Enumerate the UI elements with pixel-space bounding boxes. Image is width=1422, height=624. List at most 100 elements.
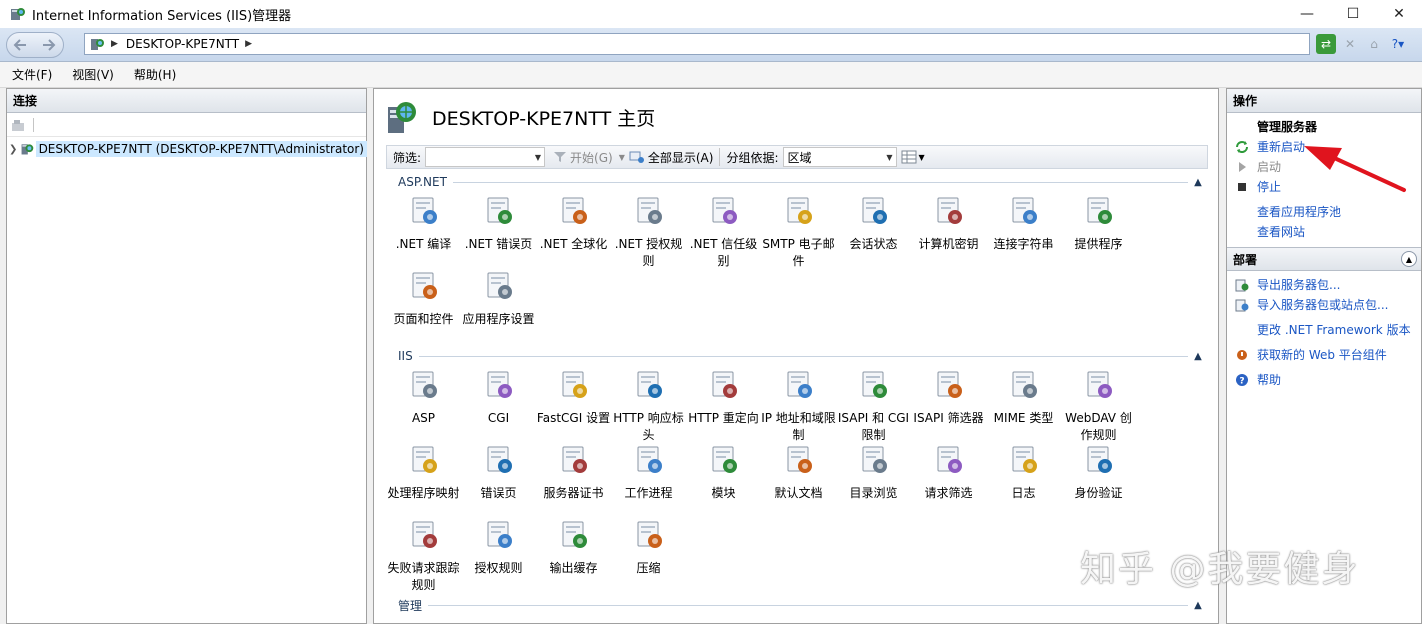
expand-chevron-icon[interactable]: ❯: [7, 144, 20, 155]
feature-item[interactable]: 计算机密钥: [911, 195, 986, 253]
feature-item[interactable]: 默认文档: [761, 444, 836, 502]
group-by-select[interactable]: 区域 ▼: [782, 147, 897, 167]
export-package-action[interactable]: 导出服务器包...: [1227, 275, 1421, 295]
menu-help[interactable]: 帮助(H): [134, 66, 176, 83]
feature-item[interactable]: WebDAV 创作规则: [1061, 369, 1136, 444]
feature-item[interactable]: 模块: [686, 444, 761, 502]
feature-item[interactable]: 压缩: [611, 519, 686, 577]
handler-mappings-icon: [412, 446, 437, 473]
feature-item[interactable]: .NET 信任级别: [686, 195, 761, 270]
group-header[interactable]: IIS ▲: [386, 347, 1208, 365]
feature-item[interactable]: ISAPI 和 CGI 限制: [836, 369, 911, 444]
feature-item[interactable]: 会话状态: [836, 195, 911, 253]
feature-item[interactable]: 身份验证: [1061, 444, 1136, 502]
title-bar: Internet Information Services (IIS)管理器 —…: [0, 0, 1422, 28]
feature-item[interactable]: 提供程序: [1061, 195, 1136, 253]
iis-app-icon: [11, 8, 25, 20]
breadcrumb-host[interactable]: DESKTOP-KPE7NTT: [126, 37, 239, 51]
help-action[interactable]: ? 帮助: [1227, 370, 1421, 390]
feature-item[interactable]: ASP: [386, 369, 461, 427]
feature-item[interactable]: .NET 错误页: [461, 195, 536, 253]
feature-item[interactable]: SMTP 电子邮件: [761, 195, 836, 270]
feature-label: 工作进程: [624, 486, 673, 500]
feature-item[interactable]: .NET 授权规则: [611, 195, 686, 270]
feature-item[interactable]: .NET 编译: [386, 195, 461, 253]
feature-item[interactable]: 应用程序设置: [461, 270, 536, 328]
feature-label: 目录浏览: [849, 486, 898, 500]
feature-item[interactable]: 日志: [986, 444, 1061, 502]
feature-item[interactable]: 错误页: [461, 444, 536, 502]
view-sites-link[interactable]: 查看网站: [1227, 222, 1421, 242]
back-button[interactable]: [7, 33, 33, 57]
collapse-icon[interactable]: ▲: [1401, 251, 1417, 267]
funnel-icon: [554, 152, 567, 162]
show-all-button[interactable]: 全部显示(A): [629, 149, 713, 166]
dropdown-arrow-icon[interactable]: ▼: [886, 153, 892, 162]
group-divider: [452, 181, 1188, 183]
export-package-label: 导出服务器包...: [1257, 278, 1341, 292]
start-filter-button[interactable]: 开始(G) ▼: [553, 149, 625, 166]
web-platform-action[interactable]: 获取新的 Web 平台组件: [1227, 345, 1421, 365]
change-framework-action[interactable]: 更改 .NET Framework 版本: [1227, 320, 1421, 340]
net-authorization-icon: [637, 197, 662, 224]
feature-item[interactable]: FastCGI 设置: [536, 369, 611, 427]
feature-item[interactable]: 页面和控件: [386, 270, 461, 328]
menu-view[interactable]: 视图(V): [72, 66, 114, 83]
maximize-button[interactable]: ☐: [1330, 0, 1376, 28]
address-field[interactable]: ▶ DESKTOP-KPE7NTT ▶: [84, 33, 1310, 55]
logging-icon: [1012, 446, 1037, 473]
feature-item[interactable]: 请求筛选: [911, 444, 986, 502]
feature-item[interactable]: 输出缓存: [536, 519, 611, 577]
feature-item[interactable]: 服务器证书: [536, 444, 611, 502]
feature-item[interactable]: 失败请求跟踪规则: [386, 519, 461, 594]
collapse-icon[interactable]: ▲: [1188, 351, 1208, 362]
feature-label: 日志: [1011, 486, 1036, 500]
worker-processes-icon: [637, 446, 662, 473]
tree-node-label[interactable]: DESKTOP-KPE7NTT (DESKTOP-KPE7NTT\Adminis…: [35, 141, 367, 157]
refresh-icon[interactable]: ⇄: [1316, 34, 1336, 54]
feature-item[interactable]: 处理程序映射: [386, 444, 461, 502]
feature-label: HTTP 响应标头: [613, 411, 684, 442]
help-dropdown-icon[interactable]: ?▾: [1388, 34, 1408, 54]
breadcrumb-arrow-icon[interactable]: ▶: [111, 39, 118, 49]
filter-input[interactable]: ▼: [425, 147, 546, 167]
connect-icon[interactable]: [11, 118, 27, 132]
collapse-icon[interactable]: ▲: [1188, 177, 1208, 188]
feature-item[interactable]: 工作进程: [611, 444, 686, 502]
feature-item[interactable]: 连接字符串: [986, 195, 1061, 253]
web-platform-label: 获取新的 Web 平台组件: [1257, 348, 1387, 362]
feature-label: CGI: [487, 411, 510, 425]
feature-item[interactable]: 目录浏览: [836, 444, 911, 502]
feature-item[interactable]: CGI: [461, 369, 536, 427]
feature-item[interactable]: .NET 全球化: [536, 195, 611, 253]
import-package-label: 导入服务器包或站点包...: [1257, 298, 1389, 312]
feature-item[interactable]: HTTP 响应标头: [611, 369, 686, 444]
ip-restrictions-icon: [787, 371, 812, 398]
feature-item[interactable]: MIME 类型: [986, 369, 1061, 427]
import-package-action[interactable]: 导入服务器包或站点包...: [1227, 295, 1421, 315]
group-header[interactable]: ASP.NET ▲: [386, 173, 1208, 191]
feature-label: ISAPI 和 CGI 限制: [837, 411, 910, 442]
view-app-pools-link[interactable]: 查看应用程序池: [1227, 202, 1421, 222]
feature-item[interactable]: IP 地址和域限制: [761, 369, 836, 444]
group-header[interactable]: 管理 ▲: [386, 596, 1208, 614]
minimize-button[interactable]: —: [1284, 0, 1330, 28]
tree-node-server[interactable]: ❯ DESKTOP-KPE7NTT (DESKTOP-KPE7NTT\Admin…: [7, 139, 367, 159]
session-state-icon: [862, 197, 887, 224]
collapse-icon[interactable]: ▲: [1188, 600, 1208, 611]
restart-label: 重新启动: [1257, 140, 1306, 154]
stop-nav-icon[interactable]: ✕: [1340, 34, 1360, 54]
dropdown-arrow-icon[interactable]: ▼: [919, 153, 925, 162]
feature-item[interactable]: HTTP 重定向: [686, 369, 761, 427]
home-icon[interactable]: ⌂: [1364, 34, 1384, 54]
forward-button[interactable]: [36, 33, 62, 57]
feature-item[interactable]: ISAPI 筛选器: [911, 369, 986, 427]
dropdown-arrow-icon[interactable]: ▼: [619, 153, 625, 162]
breadcrumb-arrow-icon[interactable]: ▶: [245, 39, 252, 49]
menu-file[interactable]: 文件(F): [12, 66, 52, 83]
close-button[interactable]: ✕: [1376, 0, 1422, 28]
feature-item[interactable]: 授权规则: [461, 519, 536, 577]
dropdown-arrow-icon[interactable]: ▼: [535, 153, 541, 162]
view-mode-button[interactable]: ▼: [901, 150, 925, 164]
net-globalization-icon: [562, 197, 587, 224]
